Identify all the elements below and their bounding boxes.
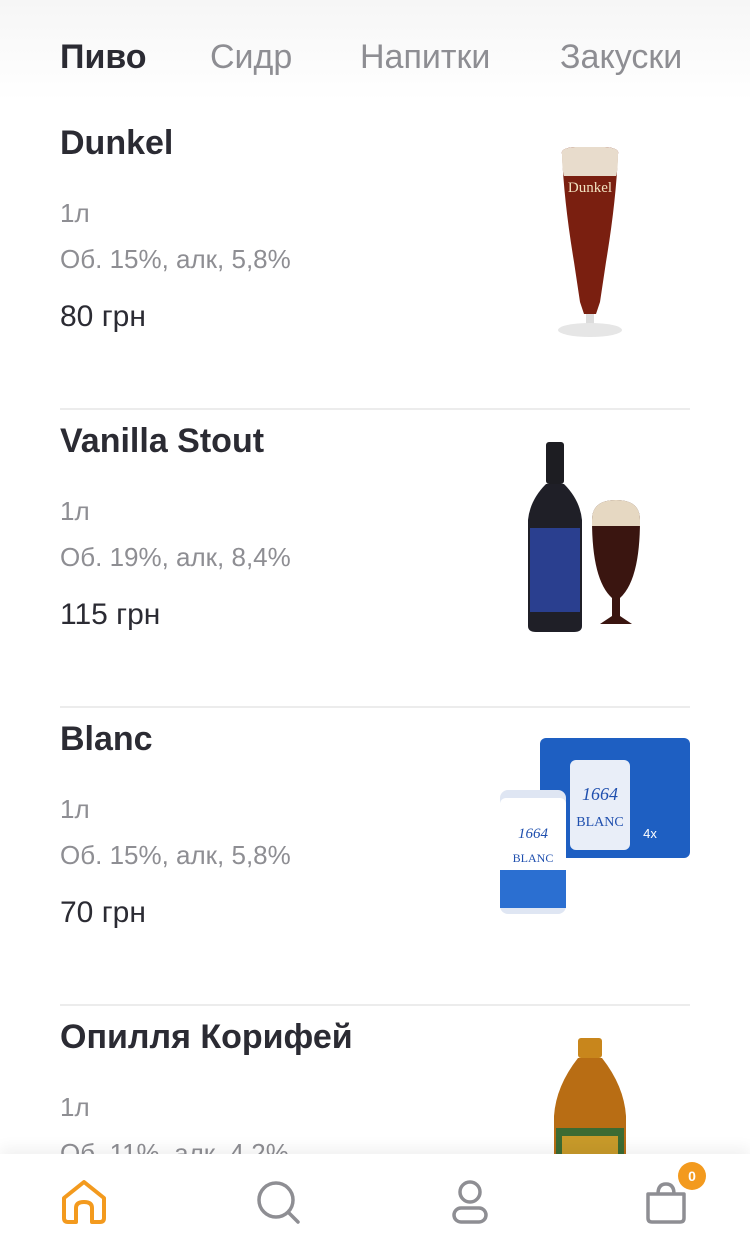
product-list[interactable]: Dunkel 1л Об. 15%, алк, 5,8% 80 грн Dunk… [0,112,750,1154]
category-tabs: Пиво Сидр Напитки Закуски [0,0,750,112]
product-name: Blanc [60,720,153,758]
product-card-opillya-korifei[interactable]: Опилля Корифей 1л Об. 11%, алк, 4,2% [60,1006,690,1154]
user-icon[interactable] [444,1176,496,1228]
product-name: Опилля Корифей [60,1018,353,1056]
can-label-number: 1664 [582,784,618,804]
tab-cider[interactable]: Сидр [210,38,292,77]
tab-drinks[interactable]: Напитки [360,38,490,77]
dunkel-glass-image: Dunkel [558,147,622,337]
product-name: Vanilla Stout [60,422,265,460]
tab-beer[interactable]: Пиво [60,38,147,77]
home-icon[interactable] [58,1176,110,1228]
can-label-word: BLANC [513,851,554,865]
product-specs: Об. 19%, алк, 8,4% [60,542,291,572]
product-volume: 1л [60,1092,90,1122]
cart-button[interactable]: 0 [640,1162,706,1228]
product-card-dunkel[interactable]: Dunkel 1л Об. 15%, алк, 5,8% 80 грн Dunk… [60,112,690,410]
product-price: 80 грн [60,300,146,333]
bottom-nav: 0 [0,1154,750,1254]
product-price: 115 грн [60,598,161,631]
product-volume: 1л [60,794,90,824]
product-card-blanc[interactable]: Blanc 1л Об. 15%, алк, 5,8% 70 грн 1664 … [60,708,690,1006]
can-label-word: BLANC [576,815,623,830]
product-specs: Об. 11%, алк, 4,2% [60,1138,289,1154]
product-volume: 1л [60,198,90,228]
product-price: 70 грн [60,896,146,929]
pack-label: 4x [643,826,657,841]
stout-bottle-image [528,442,640,632]
product-name: Dunkel [60,124,174,162]
product-volume: 1л [60,496,90,526]
product-specs: Об. 15%, алк, 5,8% [60,244,291,274]
glass-label: Dunkel [568,180,612,196]
blanc-cans-image: 1664 BLANC 4x 1664 BLANC [500,738,690,914]
tab-snacks[interactable]: Закуски [560,38,682,77]
product-card-vanilla-stout[interactable]: Vanilla Stout 1л Об. 19%, алк, 8,4% 115 … [60,410,690,708]
product-specs: Об. 15%, алк, 5,8% [60,840,291,870]
amber-bottle-image [554,1038,626,1154]
cart-badge: 0 [678,1162,706,1190]
can-label-number: 1664 [518,826,549,842]
search-icon[interactable] [252,1176,304,1228]
